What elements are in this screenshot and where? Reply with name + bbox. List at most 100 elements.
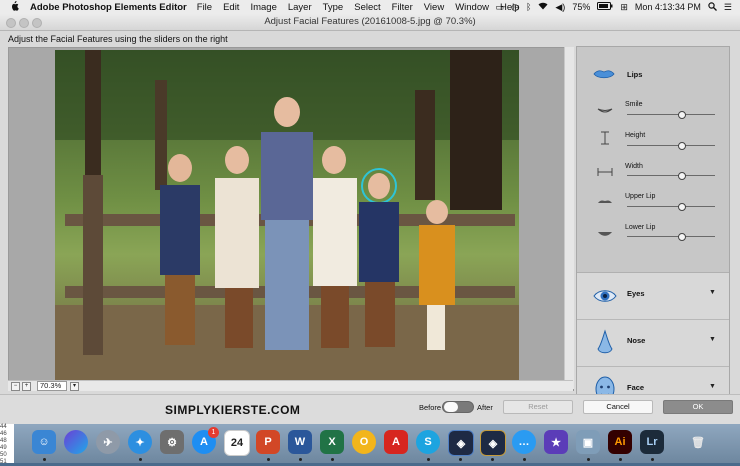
clock[interactable]: Mon 4:13:34 PM bbox=[635, 2, 701, 12]
upper-lip-slider[interactable] bbox=[627, 203, 715, 211]
premiere-elements-icon[interactable]: ◈ bbox=[448, 430, 474, 456]
nose-icon bbox=[593, 327, 617, 359]
eyes-label: Eyes bbox=[627, 289, 645, 298]
input-menu-icon[interactable]: ⊞ bbox=[620, 2, 628, 13]
smile-slider-thumb[interactable] bbox=[677, 111, 686, 119]
height-slider[interactable] bbox=[627, 142, 715, 150]
skype-icon[interactable]: S bbox=[416, 430, 440, 454]
running-indicator bbox=[427, 458, 430, 461]
lightroom-icon[interactable]: Lr bbox=[640, 430, 664, 454]
menu-filter[interactable]: Filter bbox=[392, 2, 413, 13]
height-slider-thumb[interactable] bbox=[677, 142, 686, 150]
vertical-scrollbar[interactable] bbox=[564, 47, 574, 389]
bluetooth-icon[interactable]: ᛒ bbox=[526, 2, 531, 12]
dialog-title: Adjust Facial Features (20161008-5.jpg @… bbox=[264, 16, 476, 27]
smile-label: Smile bbox=[625, 101, 643, 108]
after-label: After bbox=[477, 403, 493, 412]
upper-lip-slider-thumb[interactable] bbox=[677, 203, 686, 211]
imovie-icon[interactable]: ★ bbox=[544, 430, 568, 454]
wifi-icon[interactable] bbox=[538, 2, 548, 12]
spreadsheet-row-numbers: 44 46 48 49 50 51 bbox=[0, 424, 14, 465]
zoom-level-field[interactable]: 70.3% bbox=[37, 381, 67, 391]
row-number: 44 bbox=[0, 424, 7, 430]
eyes-expand-icon[interactable]: ▼ bbox=[709, 289, 716, 296]
launchpad-icon[interactable]: ✈ bbox=[96, 430, 120, 454]
eyes-section[interactable]: Eyes ▼ bbox=[577, 273, 729, 320]
trash-icon[interactable]: 🗑 bbox=[686, 430, 710, 454]
before-label: Before bbox=[419, 403, 442, 412]
calendar-icon[interactable]: 24 bbox=[224, 430, 250, 456]
dock: 44 46 48 49 50 51 ☺ ✈ ✦ ⚙ A 1 24 P W X O… bbox=[0, 424, 740, 465]
lower-lip-slider-thumb[interactable] bbox=[677, 233, 686, 241]
zoom-menu-button[interactable]: ▾ bbox=[70, 381, 79, 391]
watermark-text: SIMPLYKIERSTE.COM bbox=[165, 403, 301, 417]
before-after-toggle[interactable] bbox=[442, 401, 474, 413]
family-photo[interactable] bbox=[55, 50, 519, 380]
eye-icon bbox=[593, 280, 617, 312]
safari-icon[interactable]: ✦ bbox=[128, 430, 152, 454]
photoshop-elements-icon[interactable]: ◈ bbox=[480, 430, 506, 456]
app-name-menu[interactable]: Adobe Photoshop Elements Editor bbox=[30, 2, 187, 13]
system-preferences-icon[interactable]: ⚙ bbox=[160, 430, 184, 454]
lower-lip-label: Lower Lip bbox=[625, 224, 656, 231]
dialog-titlebar: Adjust Facial Features (20161008-5.jpg @… bbox=[0, 14, 740, 31]
messages-icon[interactable]: … bbox=[512, 430, 536, 454]
running-indicator bbox=[331, 458, 334, 461]
width-slider[interactable] bbox=[627, 172, 715, 180]
acrobat-icon[interactable]: A bbox=[384, 430, 408, 454]
menu-edit[interactable]: Edit bbox=[223, 2, 239, 13]
zoom-in-button[interactable]: + bbox=[22, 381, 31, 391]
spotlight-icon[interactable] bbox=[708, 1, 717, 13]
apple-menu-icon[interactable] bbox=[8, 0, 20, 14]
volume-icon[interactable]: ◀) bbox=[555, 2, 565, 13]
slides-icon[interactable]: O bbox=[352, 430, 376, 454]
height-label: Height bbox=[625, 132, 646, 139]
canvas-status-bar: − + 70.3% ▾ bbox=[8, 380, 573, 391]
menu-window[interactable]: Window bbox=[455, 2, 489, 13]
smile-icon bbox=[597, 103, 613, 113]
zoom-out-button[interactable]: − bbox=[11, 381, 20, 391]
facial-features-panel: Lips Smile Height Width Upper Lip Lower … bbox=[576, 46, 730, 413]
width-slider-thumb[interactable] bbox=[677, 172, 686, 180]
smile-slider[interactable] bbox=[627, 111, 715, 119]
height-icon bbox=[597, 131, 613, 145]
battery-icon[interactable] bbox=[597, 2, 613, 12]
lower-lip-slider[interactable] bbox=[627, 233, 715, 241]
siri-icon[interactable] bbox=[64, 430, 88, 454]
running-indicator bbox=[619, 458, 622, 461]
finder-icon[interactable]: ☺ bbox=[32, 430, 56, 454]
cancel-button[interactable]: Cancel bbox=[583, 400, 653, 414]
excel-icon[interactable]: X bbox=[320, 430, 344, 454]
battery-percent[interactable]: 75% bbox=[572, 2, 590, 12]
lips-icon bbox=[593, 67, 615, 79]
word-icon[interactable]: W bbox=[288, 430, 312, 454]
zoom-window-icon[interactable] bbox=[32, 18, 42, 28]
menu-type[interactable]: Type bbox=[323, 2, 344, 13]
menu-image[interactable]: Image bbox=[250, 2, 276, 13]
close-window-icon[interactable] bbox=[6, 18, 16, 28]
lips-title: Lips bbox=[627, 70, 643, 79]
nose-section[interactable]: Nose ▼ bbox=[577, 320, 729, 367]
preview-icon[interactable]: ▣ bbox=[576, 430, 600, 454]
notification-center-icon[interactable]: ☰ bbox=[724, 2, 732, 13]
face-expand-icon[interactable]: ▼ bbox=[709, 383, 716, 390]
menu-layer[interactable]: Layer bbox=[288, 2, 312, 13]
preview-canvas[interactable] bbox=[8, 47, 574, 391]
upper-lip-icon bbox=[597, 194, 613, 204]
lower-lip-icon bbox=[597, 225, 613, 236]
menu-select[interactable]: Select bbox=[354, 2, 380, 13]
toggle-knob[interactable] bbox=[444, 402, 458, 412]
running-indicator bbox=[43, 458, 46, 461]
airplay-icon[interactable]: ▭ bbox=[496, 2, 505, 13]
adjust-facial-features-dialog: Adjust Facial Features (20161008-5.jpg @… bbox=[0, 14, 740, 425]
reset-button[interactable]: Reset bbox=[503, 400, 573, 414]
ok-button[interactable]: OK bbox=[663, 400, 733, 414]
menu-file[interactable]: File bbox=[197, 2, 212, 13]
powerpoint-icon[interactable]: P bbox=[256, 430, 280, 454]
time-machine-icon[interactable]: ◷ bbox=[511, 2, 519, 13]
nose-expand-icon[interactable]: ▼ bbox=[709, 336, 716, 343]
illustrator-icon[interactable]: Ai bbox=[608, 430, 632, 454]
minimize-window-icon[interactable] bbox=[19, 18, 29, 28]
running-indicator bbox=[267, 458, 270, 461]
menu-view[interactable]: View bbox=[424, 2, 444, 13]
